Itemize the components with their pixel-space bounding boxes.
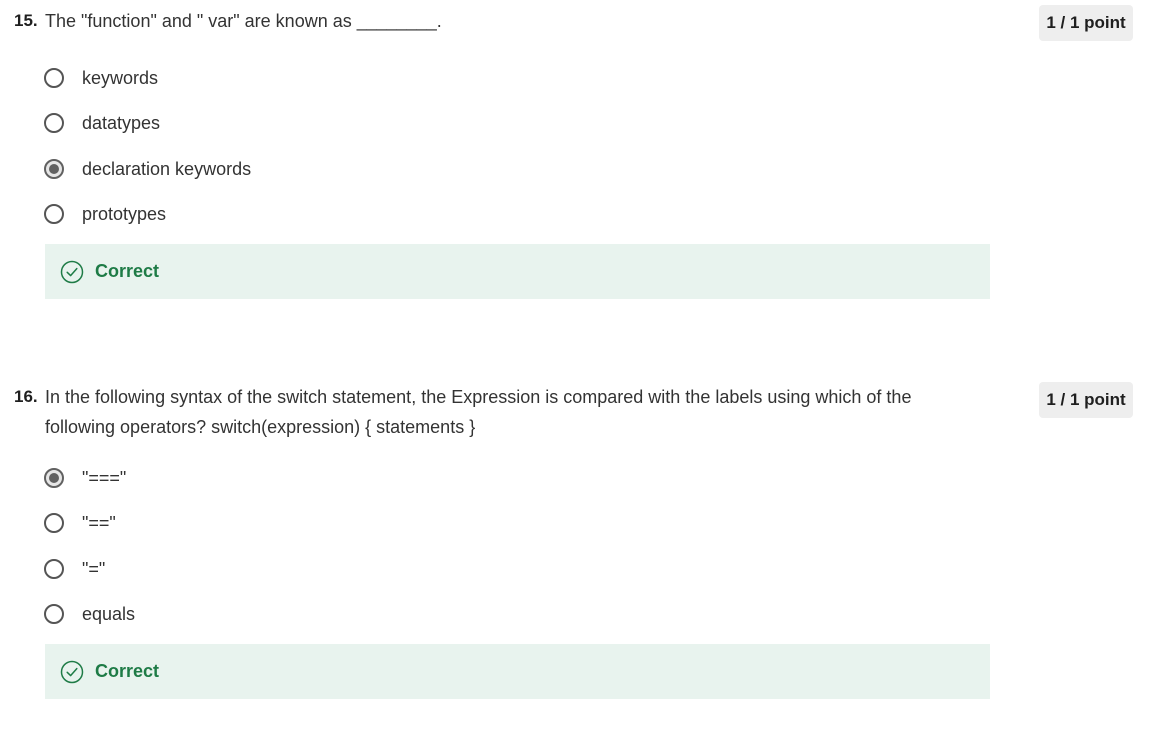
option-declaration-keywords[interactable]: declaration keywords [44, 154, 251, 184]
option-label: "===" [82, 467, 127, 488]
question-text: In the following syntax of the switch st… [45, 387, 912, 437]
feedback-correct: Correct [45, 244, 990, 299]
feedback-correct: Correct [45, 644, 990, 699]
radio-button[interactable] [44, 513, 64, 533]
radio-button[interactable] [44, 68, 64, 88]
option-keywords[interactable]: keywords [44, 63, 158, 93]
option-triple-equals[interactable]: "===" [44, 463, 126, 493]
check-circle-icon [60, 260, 84, 283]
question-number: 15. [14, 11, 38, 30]
points-badge: 1 / 1 point [1039, 5, 1133, 41]
radio-button-selected[interactable] [44, 468, 64, 488]
radio-button[interactable] [44, 604, 64, 624]
radio-button[interactable] [44, 204, 64, 224]
question-number: 16. [14, 387, 38, 406]
option-double-equals[interactable]: "==" [44, 508, 116, 538]
radio-button-selected[interactable] [44, 159, 64, 179]
option-label: declaration keywords [82, 158, 252, 179]
option-prototypes[interactable]: prototypes [44, 199, 166, 229]
radio-button[interactable] [44, 113, 64, 133]
option-label: datatypes [82, 112, 161, 133]
feedback-label: Correct [95, 261, 160, 281]
option-equals[interactable]: equals [44, 599, 135, 629]
question-15: 15. The "function" and " var" are known … [0, 0, 1155, 320]
check-circle-icon [60, 660, 84, 683]
question-16: 16. In the following syntax of the switc… [0, 382, 1155, 712]
option-label: "=" [82, 558, 106, 579]
option-label: "==" [82, 512, 116, 533]
question-text: The "function" and " var" are known as _… [45, 11, 442, 31]
option-single-equals[interactable]: "=" [44, 554, 105, 584]
option-label: prototypes [82, 203, 167, 224]
option-label: keywords [82, 67, 159, 88]
feedback-label: Correct [95, 661, 160, 681]
option-datatypes[interactable]: datatypes [44, 108, 160, 138]
points-badge: 1 / 1 point [1039, 382, 1133, 418]
radio-button[interactable] [44, 559, 64, 579]
option-label: equals [82, 603, 136, 624]
